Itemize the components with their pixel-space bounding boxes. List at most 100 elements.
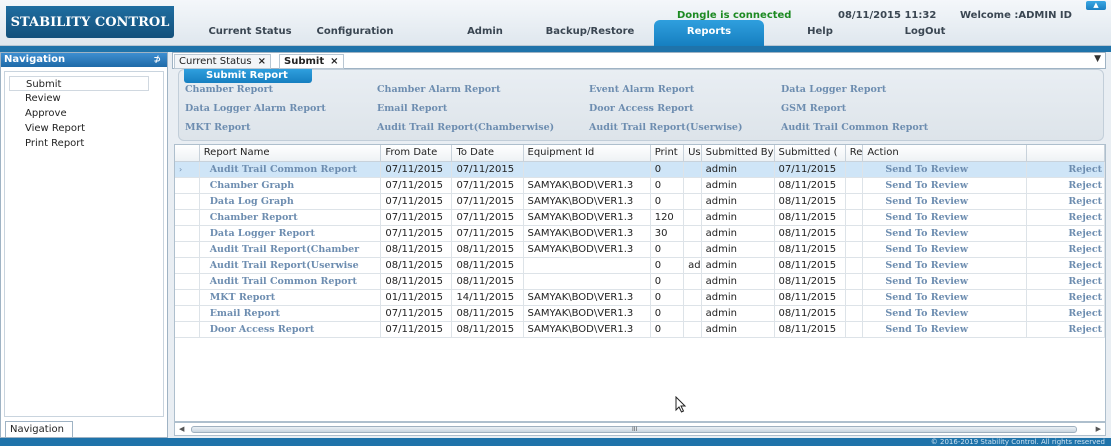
report-name-cell[interactable]: MKT Report [199,289,382,306]
reject-link[interactable]: Reject [1026,209,1105,226]
link-audit-trail-chamberwise[interactable]: Audit Trail Report(Chamberwise) [377,122,554,133]
send-to-review-link[interactable]: Send To Review [862,177,1028,194]
report-name-cell[interactable]: Audit Trail Common Report [199,273,382,290]
reject-link[interactable]: Reject [1026,273,1105,290]
col-from-date[interactable]: From Date [380,145,453,162]
dropdown-arrow-icon[interactable]: ▼ [1094,54,1101,64]
link-data-logger-alarm-report[interactable]: Data Logger Alarm Report [185,103,326,114]
col-to-date[interactable]: To Date [451,145,524,162]
send-to-review-link[interactable]: Send To Review [862,257,1028,274]
reject-link[interactable]: Reject [1026,193,1105,210]
col-report-name[interactable]: Report Name [199,145,382,162]
send-to-review-link[interactable]: Send To Review [862,209,1028,226]
send-to-review-link[interactable]: Send To Review [862,161,1028,178]
report-name-cell[interactable]: Audit Trail Common Report [199,161,382,178]
send-to-review-link[interactable]: Send To Review [862,273,1028,290]
table-row[interactable]: Door Access Report 07/11/2015 08/11/2015 SA… [175,321,1105,338]
nav-item-review[interactable]: Review [9,91,159,106]
tab-submit[interactable]: Submit × [279,54,344,69]
reject-link[interactable]: Reject [1026,321,1105,338]
send-to-review-link[interactable]: Send To Review [862,225,1028,242]
reject-link[interactable]: Reject [1026,257,1105,274]
table-row[interactable]: Chamber Graph 07/11/2015 07/11/2015 SAMYAK\… [175,177,1105,194]
link-data-logger-report[interactable]: Data Logger Report [781,84,886,95]
row-indicator [175,225,200,242]
menu-logout[interactable]: LogOut [890,20,960,46]
us-cell [683,241,702,258]
tab-current-status[interactable]: Current Status × [174,54,271,69]
menu-help[interactable]: Help [790,20,850,46]
link-door-access-report[interactable]: Door Access Report [589,103,694,114]
scrollbar-thumb[interactable]: III [191,426,1077,433]
from-date-cell: 07/11/2015 [380,161,453,178]
reject-link[interactable]: Reject [1026,289,1105,306]
link-event-alarm-report[interactable]: Event Alarm Report [589,84,694,95]
table-row[interactable]: Data Log Graph 07/11/2015 07/11/2015 SAMYAK… [175,193,1105,210]
to-date-cell: 07/11/2015 [451,177,524,194]
table-body: › Audit Trail Common Report 07/11/2015 07/1… [175,161,1105,338]
send-to-review-link[interactable]: Send To Review [862,289,1028,306]
report-name-cell[interactable]: Email Report [199,305,382,322]
menu-configuration[interactable]: Configuration [310,20,400,46]
link-chamber-alarm-report[interactable]: Chamber Alarm Report [377,84,501,95]
link-gsm-report[interactable]: GSM Report [781,103,846,114]
link-chamber-report[interactable]: Chamber Report [185,84,273,95]
send-to-review-link[interactable]: Send To Review [862,193,1028,210]
link-email-report[interactable]: Email Report [377,103,447,114]
horizontal-scrollbar[interactable]: ◀ III ▶ [174,422,1106,436]
pin-icon[interactable]: ⊅ [153,53,161,67]
table-row[interactable]: Chamber Report 07/11/2015 07/11/2015 SAMYAK… [175,209,1105,226]
col-re[interactable]: Re [845,145,864,162]
report-name-cell[interactable]: Chamber Graph [199,177,382,194]
close-icon[interactable]: × [258,56,266,67]
reject-link[interactable]: Reject [1026,177,1105,194]
table-row[interactable]: MKT Report 01/11/2015 14/11/2015 SAMYAK\BOD… [175,289,1105,306]
nav-item-print-report[interactable]: Print Report [9,136,159,151]
menu-backup-restore[interactable]: Backup/Restore [540,20,640,46]
report-name-cell[interactable]: Audit Trail Report(Chamber [199,241,382,258]
scroll-left-icon[interactable]: ◀ [179,425,184,433]
table-row[interactable]: Audit Trail Common Report 08/11/2015 08/11… [175,273,1105,290]
send-to-review-link[interactable]: Send To Review [862,305,1028,322]
navigation-list: Submit Review Approve View Report Print … [5,72,163,151]
link-audit-trail-userwise[interactable]: Audit Trail Report(Userwise) [589,122,742,133]
nav-item-submit[interactable]: Submit [9,76,149,91]
chevron-up-icon[interactable]: ▲ [1086,1,1106,10]
close-icon[interactable]: × [330,56,338,67]
report-name-cell[interactable]: Door Access Report [199,321,382,338]
link-audit-trail-common[interactable]: Audit Trail Common Report [781,122,928,133]
col-us[interactable]: Us [683,145,702,162]
nav-item-view-report[interactable]: View Report [9,121,159,136]
submitted-by-cell: admin [701,209,775,226]
col-submitted-by[interactable]: Submitted By [701,145,775,162]
equipment-id-cell: SAMYAK\BOD\VER1.3 [523,305,651,322]
reject-link[interactable]: Reject [1026,225,1105,242]
reject-link[interactable]: Reject [1026,241,1105,258]
report-name-cell[interactable]: Audit Trail Report(Userwise [199,257,382,274]
menu-reports[interactable]: Reports [654,20,764,46]
col-submitted-on[interactable]: Submitted ( [774,145,846,162]
nav-item-approve[interactable]: Approve [9,106,159,121]
link-mkt-report[interactable]: MKT Report [185,122,250,133]
table-row[interactable]: Audit Trail Report(Userwise 08/11/2015 08/… [175,257,1105,274]
scroll-right-icon[interactable]: ▶ [1096,425,1101,433]
send-to-review-link[interactable]: Send To Review [862,241,1028,258]
table-header-row: Report Name From Date To Date Equipment … [175,145,1105,162]
table-row[interactable]: Data Logger Report 07/11/2015 07/11/2015 SA… [175,225,1105,242]
reject-link[interactable]: Reject [1026,161,1105,178]
send-to-review-link[interactable]: Send To Review [862,321,1028,338]
report-name-cell[interactable]: Data Log Graph [199,193,382,210]
menu-current-status[interactable]: Current Status [200,20,300,46]
us-cell [683,225,702,242]
col-print[interactable]: Print [650,145,685,162]
reject-link[interactable]: Reject [1026,305,1105,322]
navigation-bottom-tab[interactable]: Navigation [5,421,73,438]
report-name-cell[interactable]: Data Logger Report [199,225,382,242]
table-row[interactable]: › Audit Trail Common Report 07/11/2015 07/1… [175,161,1105,178]
table-row[interactable]: Audit Trail Report(Chamber 08/11/2015 08/1… [175,241,1105,258]
col-equipment-id[interactable]: Equipment Id [523,145,651,162]
col-action[interactable]: Action [862,145,1028,162]
table-row[interactable]: Email Report 07/11/2015 08/11/2015 SAMYAK\B… [175,305,1105,322]
report-name-cell[interactable]: Chamber Report [199,209,382,226]
menu-admin[interactable]: Admin [455,20,515,46]
